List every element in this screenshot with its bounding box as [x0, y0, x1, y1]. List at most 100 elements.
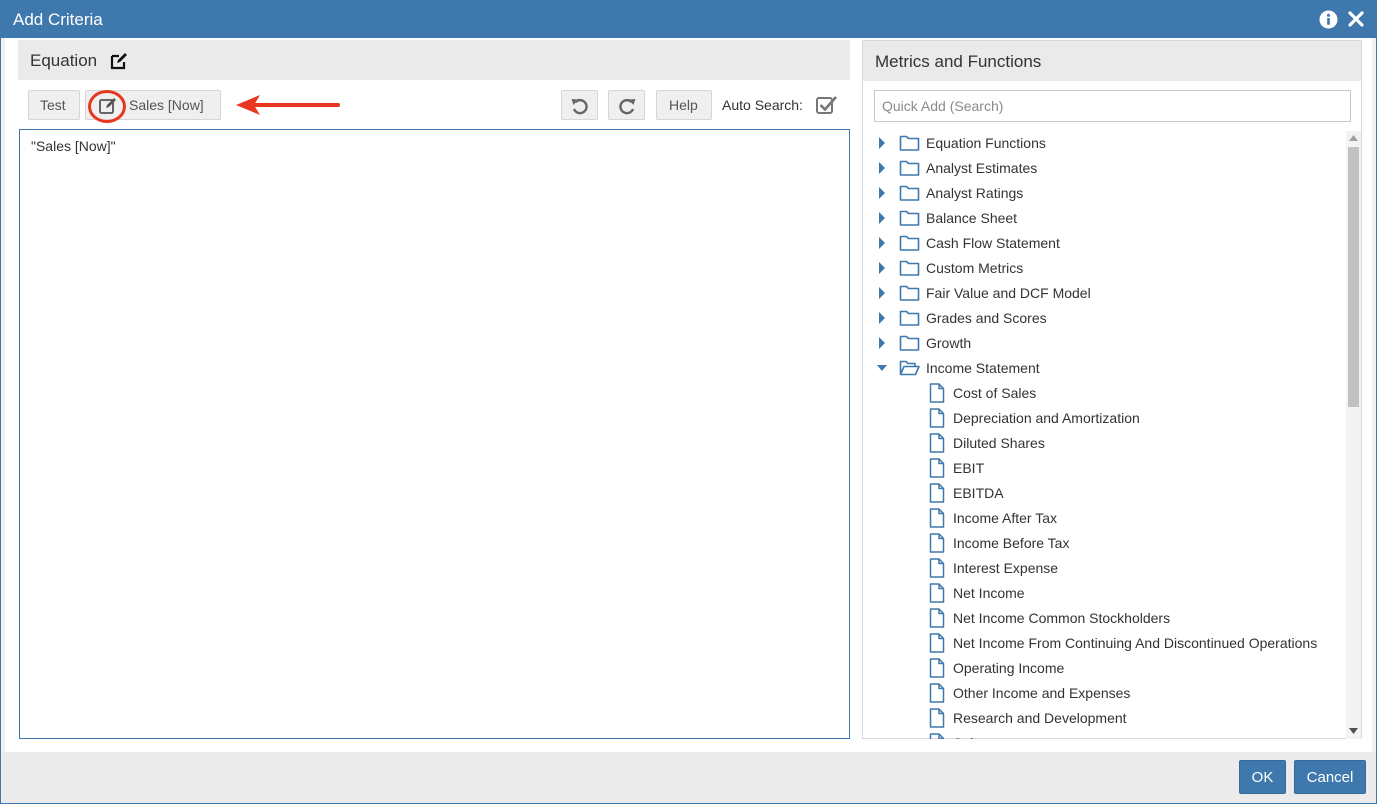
caret-right-icon[interactable]: [877, 287, 887, 299]
tree-folder[interactable]: Analyst Ratings: [863, 181, 1343, 206]
folder-icon: [899, 285, 920, 301]
tree-leaf-item[interactable]: Research and Development: [863, 706, 1343, 731]
tree-leaf-label: Income After Tax: [953, 510, 1058, 526]
equation-title: Equation: [30, 51, 98, 70]
folder-icon: [899, 260, 920, 276]
tree-leaf-label: Cost of Sales: [953, 385, 1037, 401]
folder-icon: [899, 310, 920, 326]
tree-folder[interactable]: Growth: [863, 331, 1343, 356]
tree-leaf-label: Other Income and Expenses: [953, 685, 1131, 701]
document-icon: [929, 433, 945, 453]
caret-down-icon[interactable]: [877, 362, 887, 374]
auto-search-checkbox[interactable]: [816, 95, 838, 115]
dialog-title: Add Criteria: [13, 10, 103, 29]
document-icon: [929, 508, 945, 528]
test-button-label: Test: [40, 97, 66, 113]
tree-folder[interactable]: Fair Value and DCF Model: [863, 281, 1343, 306]
tree-folder[interactable]: Equation Functions: [863, 131, 1343, 156]
tree-leaf-item[interactable]: Other Income and Expenses: [863, 681, 1343, 706]
dialog-titlebar: Add Criteria: [1, 1, 1376, 38]
tree-leaf-label: Net Income Common Stockholders: [953, 610, 1171, 626]
quick-add-search-input[interactable]: [874, 90, 1351, 122]
tree-folder[interactable]: Grades and Scores: [863, 306, 1343, 331]
scroll-up-icon[interactable]: [1349, 135, 1358, 141]
tree-folder[interactable]: Analyst Estimates: [863, 156, 1343, 181]
tree-leaf-item[interactable]: Operating Income: [863, 656, 1343, 681]
document-icon: [929, 658, 945, 678]
tree-leaf-item[interactable]: Sales: [863, 731, 1343, 739]
metrics-tree: Equation Functions Analyst Estimates Analy…: [863, 131, 1345, 739]
tree-leaf-label: Sales: [953, 735, 988, 739]
folder-icon: [899, 185, 920, 201]
document-icon: [929, 583, 945, 603]
folder-open-icon: [899, 360, 920, 376]
dialog-body: Equation Test Sales [Now] Help Auto Sear…: [5, 38, 1372, 752]
tree-folder-label: Analyst Ratings: [926, 185, 1024, 201]
tree-leaf-label: EBIT: [953, 460, 985, 476]
tree-folder[interactable]: Cash Flow Statement: [863, 231, 1343, 256]
caret-right-icon[interactable]: [877, 262, 887, 274]
annotation-circle: [88, 90, 126, 123]
caret-right-icon[interactable]: [877, 312, 887, 324]
tree-folder[interactable]: Balance Sheet: [863, 206, 1343, 231]
add-criteria-dialog: Add Criteria Equation Test Sales [Now] H…: [0, 0, 1377, 804]
tree-leaf-label: Operating Income: [953, 660, 1065, 676]
tree-leaf-item[interactable]: Depreciation and Amortization: [863, 406, 1343, 431]
tree-folder[interactable]: Income Statement: [863, 356, 1343, 381]
scrollbar-thumb[interactable]: [1348, 147, 1359, 407]
tree-leaf-label: Depreciation and Amortization: [953, 410, 1140, 426]
tree-folder-label: Cash Flow Statement: [926, 235, 1060, 251]
help-button[interactable]: Help: [656, 90, 712, 120]
tree-folder-label: Custom Metrics: [926, 260, 1024, 276]
equation-editor[interactable]: "Sales [Now]": [19, 129, 850, 739]
tree-leaf-label: Research and Development: [953, 710, 1127, 726]
tree-folder-label: Analyst Estimates: [926, 160, 1038, 176]
redo-button[interactable]: [608, 90, 645, 120]
caret-right-icon[interactable]: [877, 212, 887, 224]
caret-right-icon[interactable]: [877, 137, 887, 149]
tree-leaf-item[interactable]: Interest Expense: [863, 556, 1343, 581]
cancel-button[interactable]: Cancel: [1294, 760, 1366, 794]
tree-leaf-item[interactable]: Income Before Tax: [863, 531, 1343, 556]
document-icon: [929, 683, 945, 703]
tree-leaf-item[interactable]: Net Income Common Stockholders: [863, 606, 1343, 631]
tree-folder[interactable]: Custom Metrics: [863, 256, 1343, 281]
tree-leaf-label: Net Income: [953, 585, 1025, 601]
tree-leaf-item[interactable]: Income After Tax: [863, 506, 1343, 531]
folder-icon: [899, 235, 920, 251]
scroll-down-icon[interactable]: [1349, 728, 1358, 734]
ok-button[interactable]: OK: [1239, 760, 1286, 794]
tree-leaf-item[interactable]: EBITDA: [863, 481, 1343, 506]
tree-leaf-item[interactable]: EBIT: [863, 456, 1343, 481]
tree-leaf-label: Interest Expense: [953, 560, 1059, 576]
redo-icon: [619, 98, 636, 115]
caret-right-icon[interactable]: [877, 337, 887, 349]
info-icon[interactable]: [1319, 10, 1338, 29]
tree-leaf-item[interactable]: Cost of Sales: [863, 381, 1343, 406]
close-icon[interactable]: [1347, 10, 1365, 28]
edit-icon[interactable]: [110, 52, 128, 70]
equation-header: Equation: [18, 40, 850, 80]
document-icon: [929, 558, 945, 578]
undo-button[interactable]: [561, 90, 598, 120]
folder-icon: [899, 335, 920, 351]
tree-leaf-item[interactable]: Net Income From Continuing And Discontin…: [863, 631, 1343, 656]
document-icon: [929, 608, 945, 628]
folder-icon: [899, 210, 920, 226]
document-icon: [929, 383, 945, 403]
caret-right-icon[interactable]: [877, 162, 887, 174]
tree-folder-label: Equation Functions: [926, 135, 1046, 151]
folder-icon: [899, 160, 920, 176]
document-icon: [929, 458, 945, 478]
tree-leaf-item[interactable]: Net Income: [863, 581, 1343, 606]
tree-leaf-item[interactable]: Diluted Shares: [863, 431, 1343, 456]
metrics-header: Metrics and Functions: [863, 41, 1361, 81]
auto-search-label: Auto Search:: [722, 97, 803, 113]
test-button[interactable]: Test: [28, 90, 80, 120]
folder-icon: [899, 135, 920, 151]
caret-right-icon[interactable]: [877, 237, 887, 249]
caret-right-icon[interactable]: [877, 187, 887, 199]
tree-scrollbar[interactable]: [1346, 131, 1361, 739]
document-icon: [929, 708, 945, 728]
document-icon: [929, 408, 945, 428]
